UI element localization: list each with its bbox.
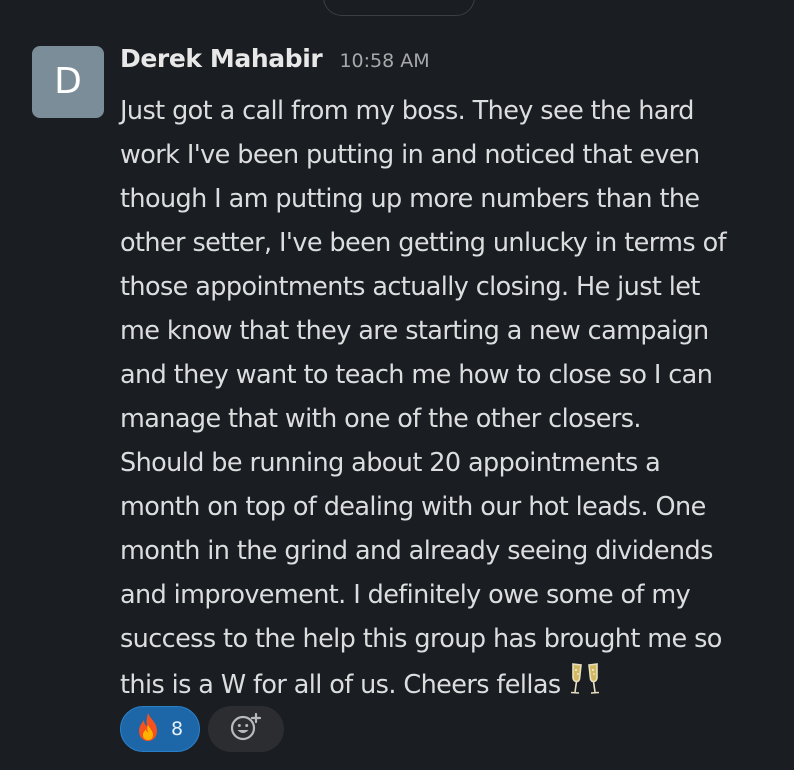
fire-icon bbox=[135, 712, 161, 746]
message-line: work I've been putting in and noticed th… bbox=[120, 140, 700, 170]
message-line: and they want to teach me how to close s… bbox=[120, 360, 713, 390]
message-line: Just got a call from my boss. They see t… bbox=[120, 96, 694, 126]
message-line: those appointments actually closing. He … bbox=[120, 272, 700, 302]
message-line-last: this is a W for all of us. Cheers fellas bbox=[120, 661, 780, 711]
message-line: manage that with one of the other closer… bbox=[120, 404, 642, 434]
reactions-bar: 8 bbox=[120, 706, 284, 752]
clinking-glasses-icon[interactable] bbox=[567, 661, 603, 711]
add-reaction-button[interactable] bbox=[208, 706, 284, 752]
message-line: Should be running about 20 appointments … bbox=[120, 448, 661, 478]
reaction-count: 8 bbox=[171, 718, 184, 740]
message-line: month in the grind and already seeing di… bbox=[120, 536, 713, 566]
message-timestamp[interactable]: 10:58 AM bbox=[339, 50, 429, 72]
message-body: Just got a call from my boss. They see t… bbox=[120, 89, 780, 711]
message-header: Derek Mahabir 10:58 AM bbox=[120, 44, 430, 73]
message-line: me know that they are starting a new cam… bbox=[120, 316, 709, 346]
author-name[interactable]: Derek Mahabir bbox=[120, 44, 323, 73]
message-line: success to the help this group has broug… bbox=[120, 624, 722, 654]
message-line: and improvement. I definitely owe some o… bbox=[120, 580, 691, 610]
message-line: other setter, I've been getting unlucky … bbox=[120, 228, 727, 258]
reaction-fire[interactable]: 8 bbox=[120, 706, 200, 752]
message-line: month on top of dealing with our hot lea… bbox=[120, 492, 706, 522]
add-emoji-icon bbox=[229, 712, 263, 746]
message-line-text: this is a W for all of us. Cheers fellas bbox=[120, 670, 561, 700]
avatar[interactable]: D bbox=[32, 46, 104, 118]
message-line: though I am putting up more numbers than… bbox=[120, 184, 700, 214]
date-divider-pill[interactable] bbox=[323, 0, 475, 16]
